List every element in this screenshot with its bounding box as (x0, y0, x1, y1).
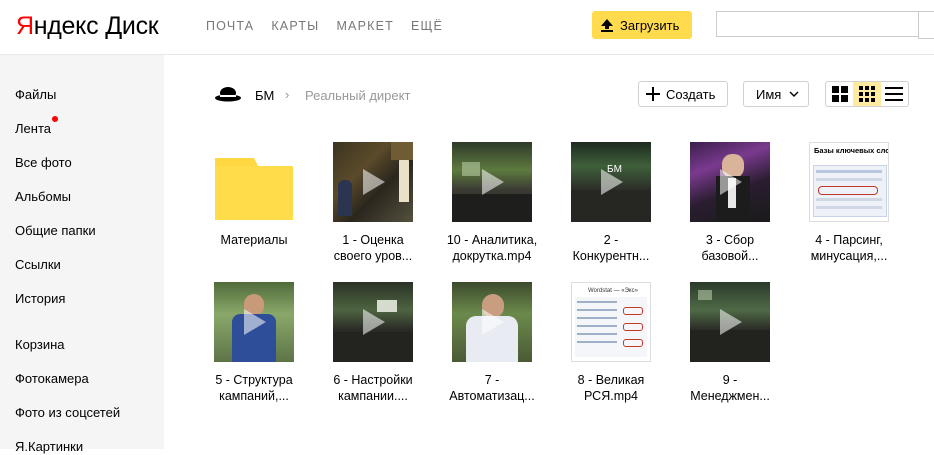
feed-notification-dot (52, 116, 58, 122)
sidebar-item-files[interactable]: Файлы (15, 87, 56, 103)
play-icon (244, 309, 266, 335)
file-name: 2 - Конкурентн... (572, 233, 650, 263)
sidebar-item-history[interactable]: История (15, 291, 65, 307)
logo-ya-letter: Я (16, 12, 34, 40)
file-name: 10 - Аналитика, докрутка.mp4 (446, 233, 538, 263)
play-icon (482, 169, 504, 195)
thumb-slide-heading: Wordstat — «Экс» (588, 288, 638, 294)
play-icon (720, 169, 742, 195)
logo-yandex-rest: ндекс (33, 12, 99, 40)
play-icon (363, 169, 385, 195)
video-thumbnail: Wordstat — «Экс» (571, 282, 651, 362)
service-link-more[interactable]: ЕЩЁ (411, 18, 443, 34)
video-thumbnail (690, 142, 770, 222)
upload-button[interactable]: Загрузить (592, 11, 692, 39)
services-nav: ПОЧТА КАРТЫ МАРКЕТ ЕЩЁ (206, 18, 460, 34)
search-input[interactable] (716, 11, 918, 37)
service-link-market[interactable]: МАРКЕТ (336, 18, 394, 34)
list-icon (885, 87, 904, 101)
file-name: 5 - Структура кампаний,... (215, 373, 293, 403)
file-name: 7 - Автоматизац... (449, 373, 535, 403)
yandex-disk-logo[interactable]: Яндекс Диск (16, 11, 159, 41)
file-name: 4 - Парсинг, минусация,... (810, 233, 888, 263)
video-thumbnail: Базы ключевых слов (809, 142, 889, 222)
sidebar: Файлы Лента Все фото Альбомы Общие папки… (0, 55, 164, 454)
file-name: 1 - Оценка своего уров... (333, 233, 413, 263)
file-name: Материалы (220, 233, 288, 247)
header: Яндекс Диск ПОЧТА КАРТЫ МАРКЕТ ЕЩЁ Загруз… (0, 0, 934, 55)
video-thumbnail (452, 142, 532, 222)
folder-icon (215, 158, 293, 220)
small-grid-icon (858, 86, 875, 102)
video-thumbnail (333, 142, 413, 222)
video-thumbnail (214, 282, 294, 362)
file-name: 9 - Менеджмен... (690, 373, 770, 403)
play-icon (601, 169, 623, 195)
thumb-slide-heading: Базы ключевых слов (814, 146, 889, 155)
logo-disk: Диск (105, 12, 159, 40)
plus-icon (646, 87, 660, 101)
service-link-mail[interactable]: ПОЧТА (206, 18, 254, 34)
view-mode-switch (825, 81, 909, 107)
sidebar-item-shared-folders[interactable]: Общие папки (15, 223, 96, 239)
sort-dropdown[interactable]: Имя (743, 81, 809, 107)
large-grid-icon (831, 86, 848, 102)
chevron-down-icon (789, 91, 799, 97)
video-thumbnail (452, 282, 532, 362)
video-thumbnail (333, 282, 413, 362)
sidebar-item-links[interactable]: Ссылки (15, 257, 61, 273)
sort-label: Имя (756, 86, 782, 102)
play-icon (363, 309, 385, 335)
upload-icon (601, 19, 613, 32)
file-name: 8 - Великая РСЯ.mp4 (577, 373, 645, 403)
breadcrumb-current: Реальный директ (305, 88, 411, 103)
view-list-button[interactable] (881, 82, 908, 106)
create-button-label: Создать (666, 86, 716, 102)
file-name: 6 - Настройки кампании.... (333, 373, 413, 403)
search-button[interactable] (918, 11, 934, 39)
file-name: 3 - Сбор базовой... (701, 233, 759, 263)
sidebar-item-feed[interactable]: Лента (15, 121, 51, 137)
sidebar-item-ya-images[interactable]: Я.Картинки (15, 439, 83, 455)
view-large-icons-button[interactable] (826, 82, 853, 106)
sidebar-item-camera[interactable]: Фотокамера (15, 371, 89, 387)
video-thumbnail: БМ (571, 142, 651, 222)
sidebar-item-trash[interactable]: Корзина (15, 337, 65, 353)
play-icon (720, 309, 742, 335)
upload-button-label: Загрузить (620, 17, 680, 33)
breadcrumb-separator: › (285, 87, 290, 102)
sidebar-item-all-photos[interactable]: Все фото (15, 155, 72, 171)
view-small-icons-button[interactable] (853, 82, 881, 106)
shared-folder-icon (215, 87, 241, 102)
play-icon (482, 309, 504, 335)
service-link-maps[interactable]: КАРТЫ (271, 18, 319, 34)
video-thumbnail (690, 282, 770, 362)
sidebar-item-albums[interactable]: Альбомы (15, 189, 71, 205)
create-button[interactable]: Создать (638, 81, 728, 107)
sidebar-item-social-photos[interactable]: Фото из соцсетей (15, 405, 120, 421)
breadcrumb-root[interactable]: БМ (255, 88, 274, 103)
